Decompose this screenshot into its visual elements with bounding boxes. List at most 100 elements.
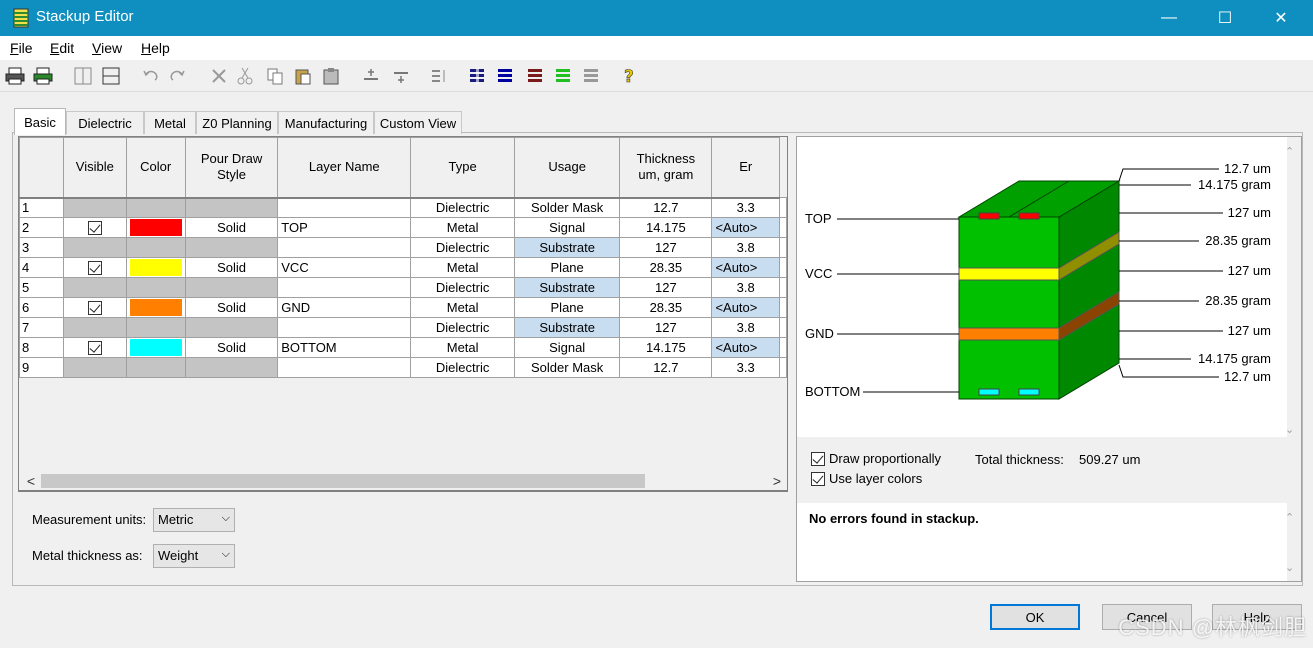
header-layer-name[interactable]: Layer Name: [277, 137, 412, 199]
color-cell[interactable]: [125, 197, 186, 218]
visible-cell[interactable]: [63, 197, 127, 218]
pour-style-cell[interactable]: Solid: [184, 217, 279, 238]
menu-edit[interactable]: Edit: [50, 40, 74, 56]
usage-cell[interactable]: Substrate: [514, 277, 621, 298]
row-number[interactable]: 4: [19, 257, 65, 278]
header-color[interactable]: Color: [125, 137, 186, 199]
row-number[interactable]: 5: [19, 277, 65, 298]
er-cell[interactable]: <Auto>: [711, 337, 780, 358]
visible-cell[interactable]: [63, 297, 127, 318]
er-cell[interactable]: 3.8: [711, 277, 780, 298]
color-cell[interactable]: [125, 317, 186, 338]
table-row[interactable]: 3 Dielectric Substrate 127 3.8: [19, 237, 787, 258]
type-cell[interactable]: Dielectric: [410, 317, 516, 338]
usage-cell[interactable]: Substrate: [514, 237, 621, 258]
color-swatch[interactable]: [129, 339, 182, 356]
usage-cell[interactable]: Signal: [514, 217, 621, 238]
table-row[interactable]: 2 Solid TOP Metal Signal 14.175 <Auto>: [19, 217, 787, 238]
type-cell[interactable]: Metal: [410, 257, 516, 278]
header-pour-draw-style[interactable]: Pour Draw Style: [184, 137, 279, 199]
minimize-button[interactable]: —: [1146, 0, 1192, 36]
measurement-units-select[interactable]: Metric ⌵: [153, 508, 235, 532]
scroll-left-icon[interactable]: <: [21, 471, 41, 491]
header-thickness[interactable]: Thickness um, gram: [619, 137, 713, 199]
visible-cell[interactable]: [63, 217, 127, 238]
message-scroll-down-icon[interactable]: ⌄: [1285, 561, 1294, 574]
color-swatch[interactable]: [129, 259, 182, 276]
table-row[interactable]: 7 Dielectric Substrate 127 3.8: [19, 317, 787, 338]
color-swatch[interactable]: [129, 299, 182, 316]
usage-cell[interactable]: Solder Mask: [514, 197, 621, 218]
visible-checkbox[interactable]: [87, 301, 102, 316]
undo-icon[interactable]: [140, 65, 162, 87]
draw-proportionally-option[interactable]: Draw proportionally: [811, 451, 941, 466]
stackup-grid[interactable]: Visible Color Pour Draw Style Layer Name …: [18, 136, 788, 492]
table-row[interactable]: 8 Solid BOTTOM Metal Signal 14.175 <Auto>: [19, 337, 787, 358]
paste-special-icon[interactable]: [320, 65, 342, 87]
visible-cell[interactable]: [63, 337, 127, 358]
usage-cell[interactable]: Substrate: [514, 317, 621, 338]
draw-proportionally-checkbox[interactable]: [811, 451, 825, 466]
type-cell[interactable]: Dielectric: [410, 197, 516, 218]
table-row[interactable]: 1 Dielectric Solder Mask 12.7 3.3: [19, 197, 787, 218]
ok-button[interactable]: OK: [990, 604, 1080, 630]
metal-thickness-select[interactable]: Weight ⌵: [153, 544, 235, 568]
table-row[interactable]: 5 Dielectric Substrate 127 3.8: [19, 277, 787, 298]
type-cell[interactable]: Metal: [410, 297, 516, 318]
menu-help[interactable]: Help: [141, 40, 170, 56]
color-cell[interactable]: [125, 297, 186, 318]
table-row[interactable]: 6 Solid GND Metal Plane 28.35 <Auto>: [19, 297, 787, 318]
color-cell[interactable]: [125, 357, 186, 378]
visible-checkbox[interactable]: [87, 341, 102, 356]
layer-name-cell[interactable]: [277, 197, 412, 218]
tab-basic[interactable]: Basic: [14, 108, 66, 135]
delete-icon[interactable]: [208, 65, 230, 87]
thickness-cell[interactable]: 28.35: [619, 297, 713, 318]
pour-style-cell[interactable]: Solid: [184, 337, 279, 358]
visible-checkbox[interactable]: [87, 221, 102, 236]
usage-cell[interactable]: Signal: [514, 337, 621, 358]
header-visible[interactable]: Visible: [63, 137, 127, 199]
color-cell[interactable]: [125, 237, 186, 258]
er-cell[interactable]: 3.8: [711, 317, 780, 338]
stackup-red-icon[interactable]: [524, 65, 546, 87]
stackup-green-icon[interactable]: [552, 65, 574, 87]
paste-icon[interactable]: [292, 65, 314, 87]
layer-name-cell[interactable]: TOP: [277, 217, 412, 238]
er-cell[interactable]: 3.8: [711, 237, 780, 258]
insert-below-icon[interactable]: [390, 65, 412, 87]
thickness-cell[interactable]: 28.35: [619, 257, 713, 278]
type-cell[interactable]: Dielectric: [410, 277, 516, 298]
stackup-all-icon[interactable]: [466, 65, 488, 87]
header-er[interactable]: Er: [711, 137, 780, 199]
visible-cell[interactable]: [63, 257, 127, 278]
menu-file[interactable]: File: [10, 40, 33, 56]
copy-icon[interactable]: [264, 65, 286, 87]
redo-icon[interactable]: [166, 65, 188, 87]
close-button[interactable]: ✕: [1258, 0, 1304, 36]
tab-manufacturing[interactable]: Manufacturing: [278, 111, 374, 134]
thickness-cell[interactable]: 14.175: [619, 337, 713, 358]
layer-name-cell[interactable]: [277, 277, 412, 298]
row-number[interactable]: 9: [19, 357, 65, 378]
header-usage[interactable]: Usage: [514, 137, 621, 199]
pour-style-cell[interactable]: Solid: [184, 297, 279, 318]
diagram-scroll-up-icon[interactable]: ⌃: [1285, 145, 1294, 158]
visible-cell[interactable]: [63, 357, 127, 378]
layer-name-cell[interactable]: [277, 237, 412, 258]
usage-cell[interactable]: Plane: [514, 297, 621, 318]
thickness-cell[interactable]: 12.7: [619, 357, 713, 378]
type-cell[interactable]: Metal: [410, 217, 516, 238]
row-number[interactable]: 8: [19, 337, 65, 358]
pour-style-cell[interactable]: [184, 237, 279, 258]
pour-style-cell[interactable]: [184, 277, 279, 298]
split-vertical-icon[interactable]: [72, 65, 94, 87]
maximize-button[interactable]: ☐: [1202, 0, 1248, 36]
message-scroll-up-icon[interactable]: ⌃: [1285, 511, 1294, 524]
type-cell[interactable]: Dielectric: [410, 237, 516, 258]
tab-metal[interactable]: Metal: [144, 111, 196, 134]
stackup-blue-icon[interactable]: [494, 65, 516, 87]
help-cursor-icon[interactable]: ?: [618, 65, 640, 87]
header-type[interactable]: Type: [410, 137, 516, 199]
pour-style-cell[interactable]: [184, 197, 279, 218]
